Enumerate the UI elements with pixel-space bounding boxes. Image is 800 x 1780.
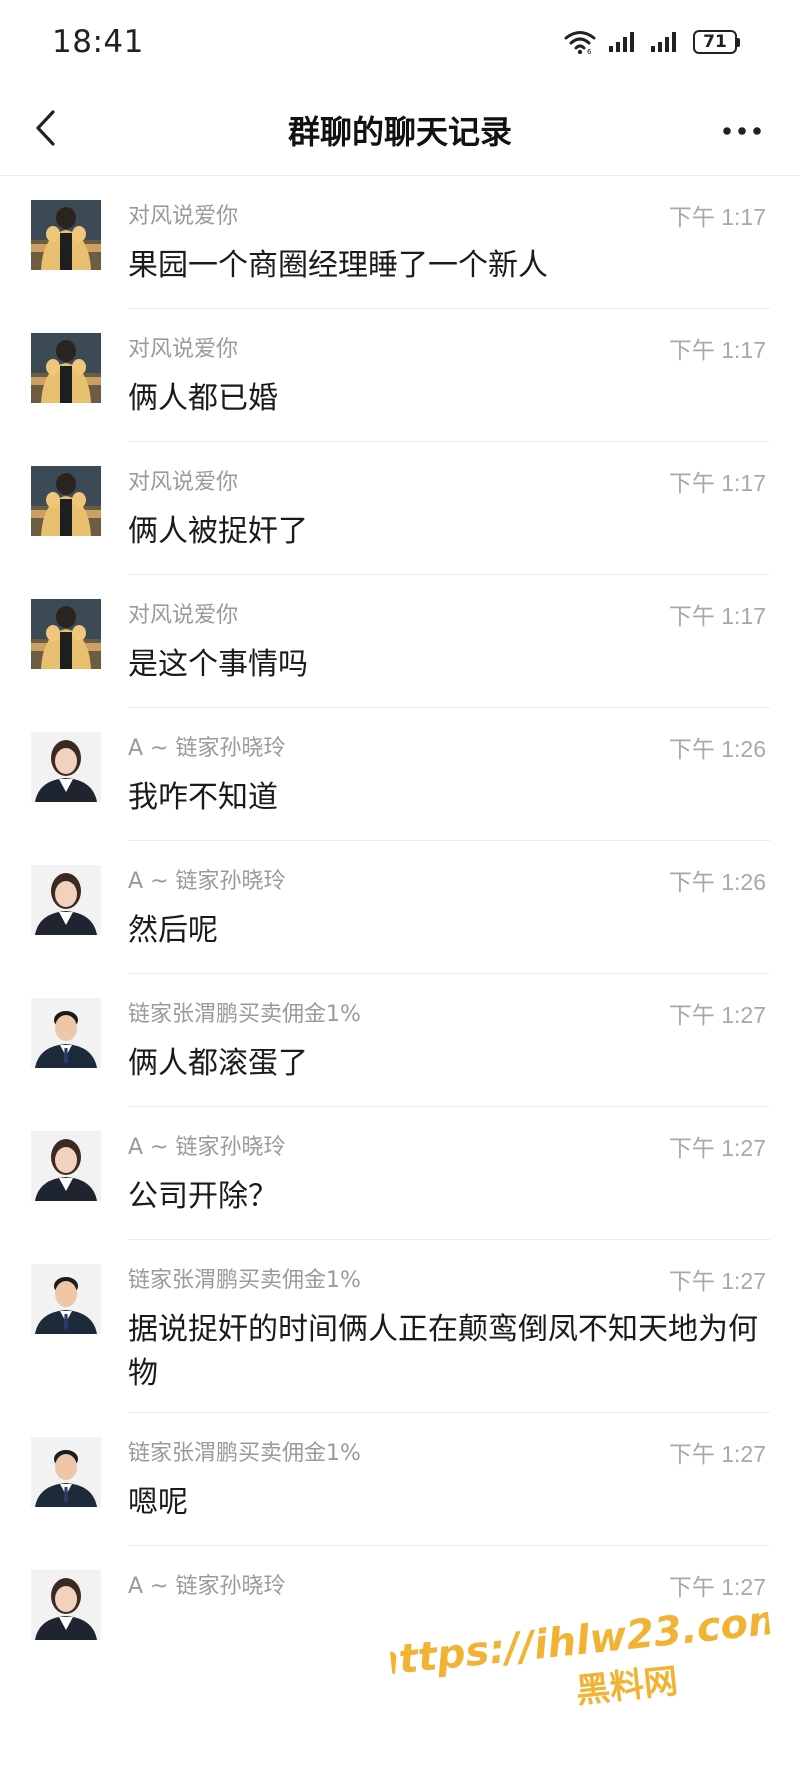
message-sender: 对风说爱你 xyxy=(128,337,239,362)
message-item[interactable]: A ~ 链家孙晓玲 下午 1:26 我咋不知道 xyxy=(0,708,800,841)
message-time: 下午 1:17 xyxy=(668,204,766,230)
nav-bar: 群聊的聊天记录 xyxy=(0,84,800,176)
battery-icon: 71 xyxy=(693,30,740,54)
avatar[interactable] xyxy=(31,732,101,802)
back-button[interactable] xyxy=(22,106,70,154)
message-text: 俩人都已婚 xyxy=(128,381,278,416)
avatar[interactable] xyxy=(31,466,101,536)
status-icons: 6 71 xyxy=(563,29,740,55)
message-text: 是这个事情吗 xyxy=(128,647,308,682)
message-text: 然后呢 xyxy=(128,913,218,948)
message-text: 公司开除？ xyxy=(128,1179,278,1214)
message-sender: 对风说爱你 xyxy=(128,603,239,628)
message-sender: A ~ 链家孙晓玲 xyxy=(128,1574,286,1599)
message-item[interactable]: 对风说爱你 下午 1:17 俩人都已婚 xyxy=(0,309,800,442)
message-time: 下午 1:27 xyxy=(668,1574,766,1600)
message-sender: 链家张渭鹏买卖佣金1% xyxy=(128,1002,361,1027)
avatar[interactable] xyxy=(31,865,101,935)
message-time: 下午 1:17 xyxy=(668,603,766,629)
message-item[interactable]: A ~ 链家孙晓玲 下午 1:27 xyxy=(0,1546,800,1640)
wifi-icon: 6 xyxy=(563,29,597,55)
message-time: 下午 1:27 xyxy=(668,1441,766,1467)
watermark-url: https://ihlw23.com xyxy=(387,1596,776,1686)
avatar[interactable] xyxy=(31,1437,101,1507)
avatar[interactable] xyxy=(31,998,101,1068)
message-item[interactable]: 链家张渭鹏买卖佣金1% 下午 1:27 嗯呢 xyxy=(0,1413,800,1546)
avatar[interactable] xyxy=(31,1570,101,1640)
avatar[interactable] xyxy=(31,599,101,669)
message-text: 我咋不知道 xyxy=(128,780,278,815)
chevron-left-icon xyxy=(35,110,57,150)
message-text: 果园一个商圈经理睡了一个新人 xyxy=(128,248,548,283)
more-button[interactable] xyxy=(714,106,770,154)
message-item[interactable]: 对风说爱你 下午 1:17 果园一个商圈经理睡了一个新人 xyxy=(0,176,800,309)
more-dots-icon xyxy=(722,121,762,140)
svg-text:6: 6 xyxy=(587,48,592,55)
message-sender: 对风说爱你 xyxy=(128,470,239,495)
message-sender: 链家张渭鹏买卖佣金1% xyxy=(128,1268,361,1293)
status-time: 18:41 xyxy=(52,24,144,60)
signal-icon xyxy=(609,30,639,54)
signal-icon xyxy=(651,30,681,54)
avatar[interactable] xyxy=(31,333,101,403)
avatar[interactable] xyxy=(31,1131,101,1201)
message-time: 下午 1:26 xyxy=(668,869,766,895)
message-item[interactable]: A ~ 链家孙晓玲 下午 1:27 公司开除？ xyxy=(0,1107,800,1240)
message-text: 据说捉奸的时间俩人正在颠鸾倒凤不知天地为何物 xyxy=(128,1312,758,1391)
page-title: 群聊的聊天记录 xyxy=(287,113,512,151)
message-item[interactable]: A ~ 链家孙晓玲 下午 1:26 然后呢 xyxy=(0,841,800,974)
message-sender: A ~ 链家孙晓玲 xyxy=(128,736,286,761)
message-time: 下午 1:26 xyxy=(668,736,766,762)
message-sender: A ~ 链家孙晓玲 xyxy=(128,1135,286,1160)
message-item[interactable]: 链家张渭鹏买卖佣金1% 下午 1:27 据说捉奸的时间俩人正在颠鸾倒凤不知天地为何物 xyxy=(0,1240,800,1413)
message-text: 俩人被捉奸了 xyxy=(128,514,308,549)
message-time: 下午 1:27 xyxy=(668,1268,766,1294)
message-sender: 对风说爱你 xyxy=(128,204,239,229)
message-sender: A ~ 链家孙晓玲 xyxy=(128,869,286,894)
watermark: https://ihlw23.com 黑料网 xyxy=(367,1586,793,1735)
message-text: 嗯呢 xyxy=(128,1485,188,1520)
message-time: 下午 1:17 xyxy=(668,337,766,363)
message-list[interactable]: 对风说爱你 下午 1:17 果园一个商圈经理睡了一个新人 对风说爱你 下午 1:17 俩人… xyxy=(0,176,800,1640)
message-time: 下午 1:17 xyxy=(668,470,766,496)
message-item[interactable]: 对风说爱你 下午 1:17 俩人被捉奸了 xyxy=(0,442,800,575)
message-text: 俩人都滚蛋了 xyxy=(128,1046,308,1081)
message-time: 下午 1:27 xyxy=(668,1002,766,1028)
message-item[interactable]: 对风说爱你 下午 1:17 是这个事情吗 xyxy=(0,575,800,708)
avatar[interactable] xyxy=(31,1264,101,1334)
battery-level: 71 xyxy=(693,30,737,54)
avatar[interactable] xyxy=(31,200,101,270)
message-sender: 链家张渭鹏买卖佣金1% xyxy=(128,1441,361,1466)
message-item[interactable]: 链家张渭鹏买卖佣金1% 下午 1:27 俩人都滚蛋了 xyxy=(0,974,800,1107)
status-bar: 18:41 6 71 xyxy=(0,0,800,84)
message-time: 下午 1:27 xyxy=(668,1135,766,1161)
watermark-site-name: 黑料网 xyxy=(574,1661,680,1711)
